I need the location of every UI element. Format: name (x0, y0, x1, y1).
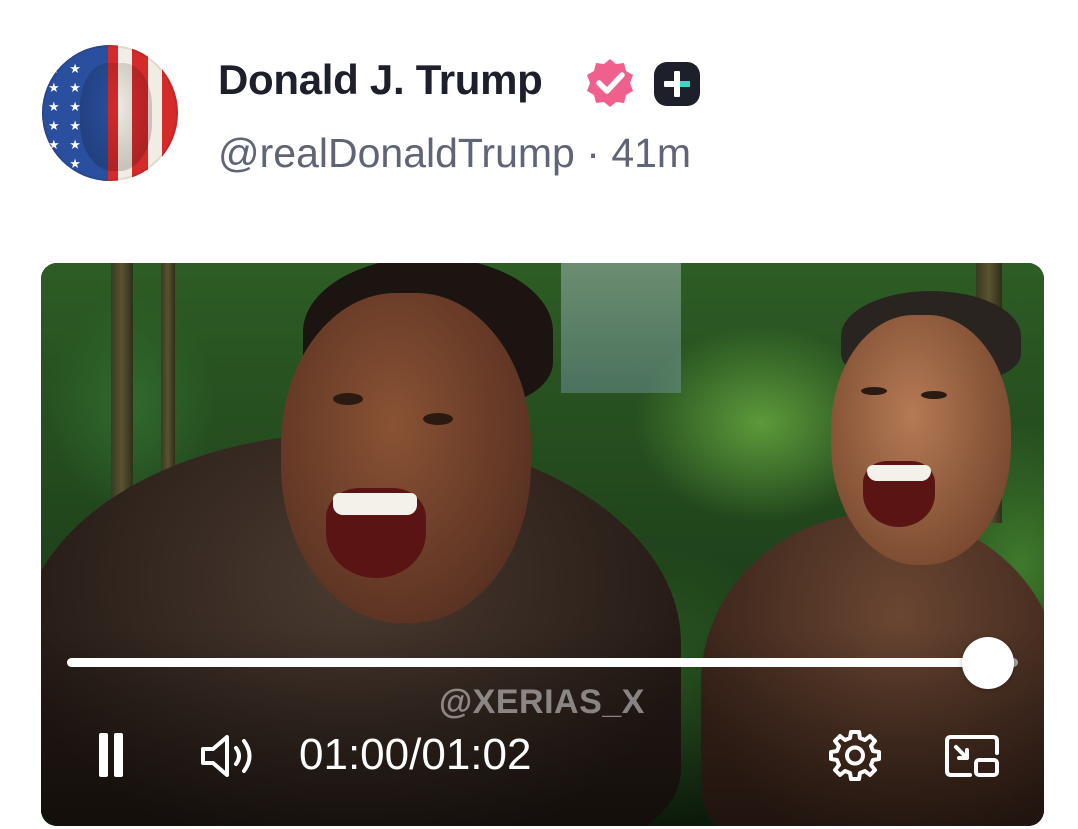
handle[interactable]: @realDonaldTrump (218, 130, 575, 176)
duration: 01:02 (421, 730, 532, 779)
time-ago[interactable]: 41m (611, 130, 691, 176)
seek-bar[interactable] (67, 658, 1018, 667)
post-header: ★ ★ ★ ★ ★ ★ ★ ★ ★ ★ ★ ★ Donald J. Trump … (0, 0, 1078, 230)
time-display: 01:00/01:02 (299, 730, 531, 780)
current-time: 01:00 (299, 730, 410, 779)
watermark: @XERIAS_X (439, 683, 645, 721)
display-name[interactable]: Donald J. Trump (218, 56, 543, 108)
pause-icon[interactable] (93, 733, 129, 777)
settings-icon[interactable] (828, 728, 882, 782)
time-separator: / (409, 730, 422, 779)
video-player[interactable]: @XERIAS_X 01:00/01:02 (41, 263, 1044, 826)
seek-bar-thumb[interactable] (962, 637, 1014, 689)
separator: · (586, 130, 612, 176)
avatar[interactable]: ★ ★ ★ ★ ★ ★ ★ ★ ★ ★ ★ ★ (42, 45, 178, 181)
picture-in-picture-icon[interactable] (943, 731, 1001, 781)
verified-badge-icon (587, 59, 633, 107)
volume-icon[interactable] (199, 731, 261, 781)
plus-badge-icon (654, 62, 700, 106)
seek-bar-fill (67, 658, 988, 667)
handle-line: @realDonaldTrump · 41m (218, 130, 691, 177)
